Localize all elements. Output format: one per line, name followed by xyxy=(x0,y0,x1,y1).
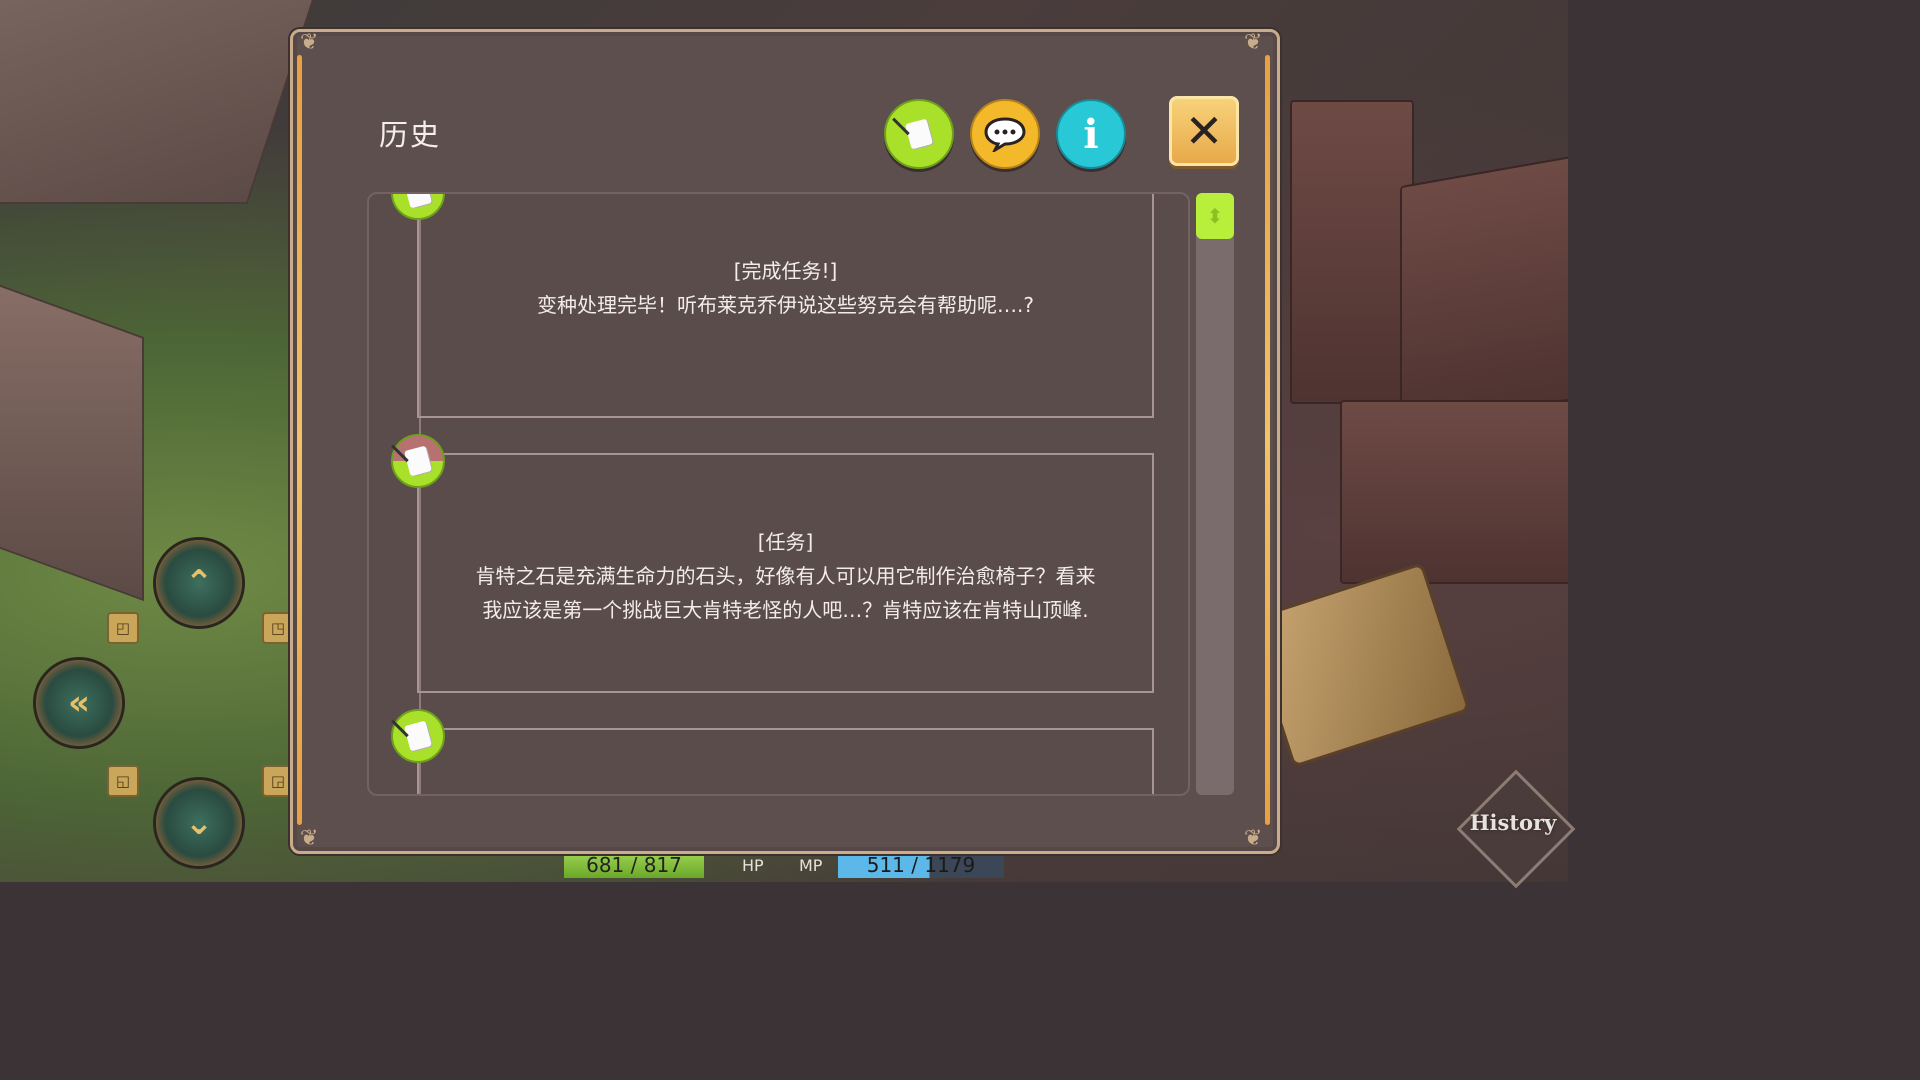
tab-quest[interactable] xyxy=(884,99,954,169)
scene-shelf xyxy=(1340,400,1568,584)
hp-bar: 681 / 817 xyxy=(564,852,704,878)
ornament-icon: ❦ xyxy=(1244,826,1263,851)
close-button[interactable]: ✕ xyxy=(1169,96,1239,166)
entry-header: [任务] xyxy=(757,530,814,554)
corner-up-left-button[interactable]: ◰ xyxy=(107,612,139,644)
scrollbar-thumb[interactable]: ⬍ xyxy=(1196,193,1234,239)
entry-line: 我应该是第一个挑战巨大肯特老怪的人吧…？肯特应该在肯特山顶峰. xyxy=(482,598,1089,622)
entry-line: 肯特之石是充满生命力的石头，好像有人可以用它制作治愈椅子？看来 xyxy=(475,564,1096,588)
quest-node-icon xyxy=(391,434,445,488)
dialog-title: 历史 xyxy=(379,118,442,152)
tab-info[interactable]: i xyxy=(1056,99,1126,169)
mp-label: MP xyxy=(799,855,823,875)
scene-shelf xyxy=(1400,153,1568,431)
list-item: [任务] 肯特之石是充满生命力的石头，好像有人可以用它制作治愈椅子？看来 我应该… xyxy=(417,453,1154,693)
dialog-accent-right xyxy=(1265,55,1270,825)
history-badge-label: History xyxy=(1469,810,1557,835)
hp-label: HP xyxy=(742,855,764,875)
dpad-down-button[interactable]: ⌄ xyxy=(156,780,242,866)
ornament-icon: ❦ xyxy=(300,826,319,851)
close-icon: ✕ xyxy=(1184,104,1224,158)
ornament-icon: ❦ xyxy=(300,30,319,55)
entry-header: [完成任务!] xyxy=(733,259,838,283)
scene-wall xyxy=(0,262,144,602)
history-list[interactable]: [完成任务!] 变种处理完毕！听布莱克乔伊说这些努克会有帮助呢….? [任务] … xyxy=(367,192,1190,796)
mp-bar: 511 / 1179 xyxy=(838,852,1004,878)
scene-shelf xyxy=(1290,100,1414,404)
dpad-up-button[interactable]: ⌃ xyxy=(156,540,242,626)
corner-down-left-button[interactable]: ◱ xyxy=(107,765,139,797)
list-item: [完成任务!] 变种处理完毕！听布莱克乔伊说这些努克会有帮助呢….? xyxy=(417,194,1154,418)
tab-chat[interactable] xyxy=(970,99,1040,169)
scene-wall xyxy=(0,0,321,204)
quest-node-icon xyxy=(391,709,445,763)
list-item xyxy=(417,728,1154,794)
entry-text: [任务] 肯特之石是充满生命力的石头，好像有人可以用它制作治愈椅子？看来 我应该… xyxy=(419,525,1152,627)
dpad-left-button[interactable]: « xyxy=(36,660,122,746)
entry-text: [完成任务!] 变种处理完毕！听布莱克乔伊说这些努克会有帮助呢….? xyxy=(419,254,1152,322)
mp-value: 511 / 1179 xyxy=(866,853,976,877)
dialog-accent-left xyxy=(297,55,302,825)
info-icon: i xyxy=(1083,110,1099,158)
ornament-icon: ❦ xyxy=(1244,30,1263,55)
quest-scroll-icon xyxy=(905,118,933,150)
speech-bubble-icon xyxy=(984,117,1026,152)
scrollbar-track[interactable] xyxy=(1196,193,1234,795)
open-book xyxy=(1249,565,1467,765)
hp-value: 681 / 817 xyxy=(586,853,682,877)
entry-line: 变种处理完毕！听布莱克乔伊说这些努克会有帮助呢….? xyxy=(537,293,1034,317)
